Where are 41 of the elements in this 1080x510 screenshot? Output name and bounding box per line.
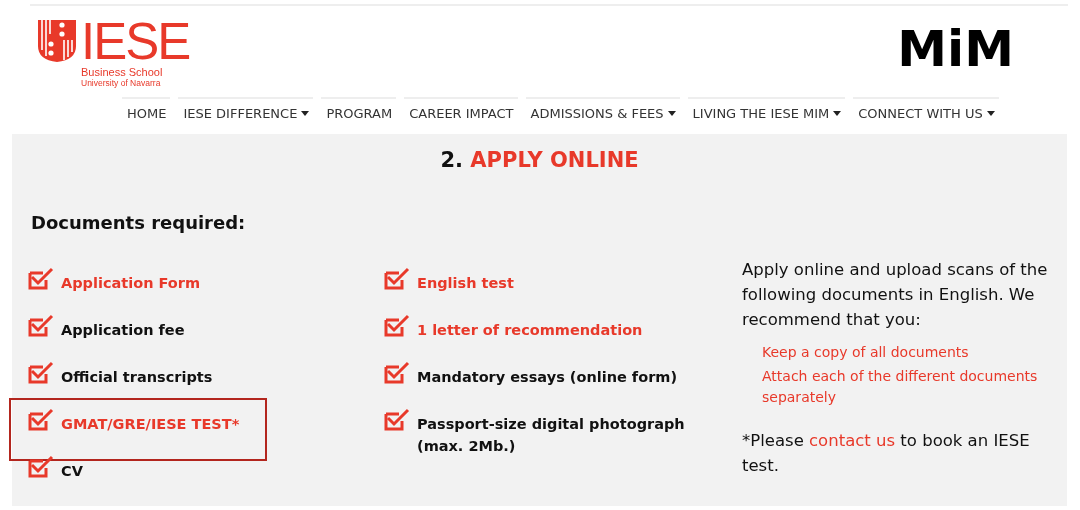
checkbox-icon (28, 408, 54, 432)
caret-icon (667, 111, 676, 116)
checkbox-icon (384, 361, 410, 385)
shield-icon (38, 20, 76, 62)
program-logo: MiM (897, 24, 1014, 74)
nav-item[interactable]: LIVING THE IESE MIM (687, 97, 846, 128)
caret-icon (986, 111, 995, 116)
document-link[interactable]: Application Form (61, 272, 201, 294)
intro-text: Apply online and upload scans of the following documents in English. We recommend that you: (742, 259, 1049, 331)
document-label: Passport-size digital photograph (max. 2Mb.) (417, 415, 686, 456)
documents-heading: Documents required: (31, 212, 247, 233)
nav-item[interactable]: IESE DIFFERENCE (178, 97, 314, 128)
nav-item[interactable]: PROGRAM (321, 97, 397, 128)
document-link[interactable]: GMAT/GRE/IESE TEST* (61, 413, 240, 435)
checkbox-icon (384, 267, 410, 291)
document-link[interactable]: 1 letter of recommendation (417, 319, 717, 341)
document-label: Official transcripts (61, 368, 213, 387)
document-label: Application fee (61, 321, 185, 340)
checkbox-icon (28, 455, 54, 479)
nav-item[interactable]: HOME (122, 97, 171, 128)
checkbox-icon (28, 314, 54, 338)
document-label: Mandatory essays (online form) (417, 368, 679, 387)
recommendation-item: Attach each of the different documents separately (762, 367, 1039, 407)
note-text: *Please contact us to book an IESE test. (742, 430, 1031, 477)
document-link[interactable]: English test (417, 272, 717, 294)
checkbox-icon (28, 361, 54, 385)
checkbox-icon (384, 408, 410, 432)
nav-item[interactable]: CAREER IMPACT (404, 97, 518, 128)
recommendation-item: Keep a copy of all documents (762, 343, 970, 362)
document-label: CV (61, 462, 83, 481)
nav-item[interactable]: ADMISSIONS & FEES (525, 97, 680, 128)
logo-tagline: University of Navarra (81, 78, 162, 88)
nav-item[interactable]: CONNECT WITH US (853, 97, 999, 128)
logo-wordmark: IESE (81, 21, 190, 63)
caret-icon (301, 111, 310, 116)
contact-link[interactable]: contact us (809, 431, 896, 450)
caret-icon (833, 111, 842, 116)
checkbox-icon (384, 314, 410, 338)
checkbox-icon (28, 267, 54, 291)
logo-subtitle: Business School (81, 66, 164, 78)
section-heading: 2. APPLY ONLINE (439, 147, 640, 172)
